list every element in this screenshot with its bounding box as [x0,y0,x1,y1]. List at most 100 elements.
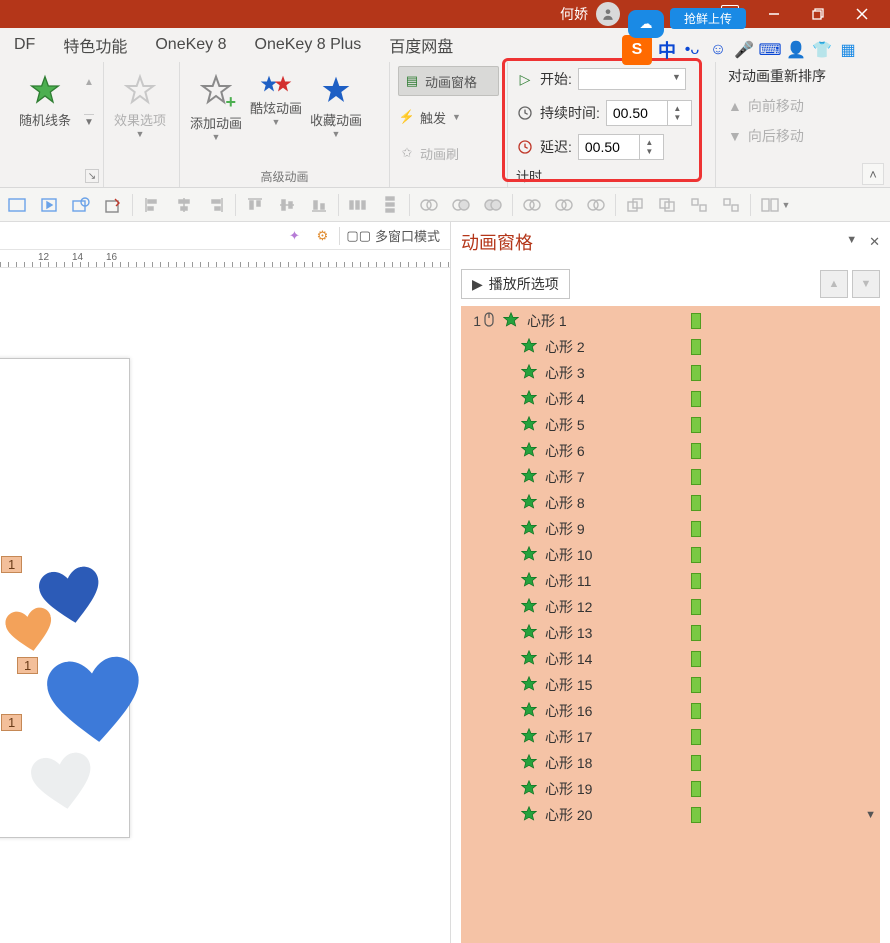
sogou-badge-icon[interactable]: S [622,35,652,65]
timing-bar[interactable] [691,313,701,329]
align-middle-v-icon[interactable] [272,191,302,219]
distribute-v-icon[interactable] [375,191,405,219]
item-menu-caret-icon[interactable]: ▼ [865,809,876,821]
align-center-h-icon[interactable] [169,191,199,219]
multi-window-button[interactable]: ▢▢ 多窗口模式 [346,226,440,245]
animation-item[interactable]: 心形 20▼ [461,802,880,828]
gallery-more-icon[interactable]: ▼ [84,114,94,128]
pane-close-icon[interactable]: ✕ [869,234,880,250]
animation-item[interactable]: 心形 6 [461,438,880,464]
anim-badge[interactable]: 1 [17,657,38,674]
delay-spinner[interactable]: ▲▼ [578,134,664,160]
tab-df[interactable]: DF [0,28,49,61]
gear-icon[interactable]: ⚙ [311,225,333,247]
anim-badge[interactable]: 1 [1,556,22,573]
shape-subtract-icon[interactable] [549,191,579,219]
group-objects-icon[interactable] [684,191,714,219]
timing-bar[interactable] [691,625,701,641]
heart-shape[interactable] [29,750,98,816]
move-down-button[interactable]: ▼ [852,270,880,298]
distribute-h-icon[interactable] [343,191,373,219]
play-selected-button[interactable]: ▶ 播放所选项 [461,269,570,299]
animation-item[interactable]: 心形 9 [461,516,880,542]
timing-bar[interactable] [691,677,701,693]
animation-item[interactable]: 心形 14 [461,646,880,672]
timing-bar[interactable] [691,651,701,667]
animation-pane-toggle[interactable]: ▤ 动画窗格 [398,66,499,96]
timing-bar[interactable] [691,703,701,719]
tab-onekey8plus[interactable]: OneKey 8 Plus [241,28,376,61]
animation-item[interactable]: 心形 8 [461,490,880,516]
tool-rect-icon[interactable] [2,191,32,219]
move-up-button[interactable]: ▲ [820,270,848,298]
duration-spinner[interactable]: ▲▼ [606,100,692,126]
animation-item[interactable]: 心形 15 [461,672,880,698]
tool-play-icon[interactable] [34,191,64,219]
timing-bar[interactable] [691,469,701,485]
anim-badge[interactable]: 1 [1,714,22,731]
restore-button[interactable] [796,0,840,28]
dialog-launcher-icon[interactable]: ↘ [85,169,99,183]
pane-menu-icon[interactable]: ▼ [846,234,857,250]
animation-item[interactable]: 心形 19 [461,776,880,802]
tab-special[interactable]: 特色功能 [49,28,141,61]
gallery-up-icon[interactable]: ▲ [84,77,94,88]
user-avatar-icon[interactable] [596,2,620,26]
animation-item[interactable]: 心形 4 [461,386,880,412]
timing-bar[interactable] [691,573,701,589]
close-button[interactable] [840,0,884,28]
timing-bar[interactable] [691,729,701,745]
ime-keyboard-icon[interactable]: ⌨ [760,40,780,60]
animation-item[interactable]: 心形 10 [461,542,880,568]
spin-up-icon[interactable]: ▲ [645,138,653,147]
trigger-button[interactable]: ⚡ 触发 ▼ [398,102,499,132]
ime-smile-icon[interactable]: ☺ [708,40,728,60]
collapse-ribbon-button[interactable]: ˄ [862,163,884,185]
timing-bar[interactable] [691,547,701,563]
animation-item[interactable]: 心形 11 [461,568,880,594]
tab-baidu[interactable]: 百度网盘 [375,28,467,61]
ungroup-objects-icon[interactable] [716,191,746,219]
shape-merge2-icon[interactable] [446,191,476,219]
timing-bar[interactable] [691,521,701,537]
animation-item[interactable]: 心形 18 [461,750,880,776]
shape-union-icon[interactable] [581,191,611,219]
animation-list[interactable]: 1心形 1心形 2心形 3心形 4心形 5心形 6心形 7心形 8心形 9心形 … [451,306,890,943]
ime-mic-icon[interactable]: 🎤 [734,40,754,60]
ime-skin-icon[interactable]: 👕 [812,40,832,60]
timing-bar[interactable] [691,443,701,459]
ime-user-icon[interactable]: 👤 [786,40,806,60]
timing-bar[interactable] [691,391,701,407]
tool-pen-icon[interactable] [98,191,128,219]
duration-input[interactable] [607,105,667,121]
slide-canvas[interactable]: 1 1 1 [0,268,450,943]
animation-item[interactable]: 心形 3 [461,360,880,386]
ime-grid-icon[interactable]: ▦ [838,40,858,60]
delay-input[interactable] [579,139,639,155]
ime-cn-indicator[interactable]: 中 [658,37,676,63]
animation-item[interactable]: 心形 7 [461,464,880,490]
heart-shape[interactable] [4,605,57,656]
favorite-animation-button[interactable]: 收藏动画 ▼ [306,66,366,142]
animation-item[interactable]: 心形 2 [461,334,880,360]
timing-bar[interactable] [691,339,701,355]
magic-icon[interactable]: ✦ [283,225,305,247]
heart-shape[interactable] [45,654,145,749]
slide[interactable]: 1 1 1 [0,358,130,838]
tool-group-icon[interactable] [66,191,96,219]
ime-punct-icon[interactable]: •ᴗ [682,40,702,60]
bring-forward-icon[interactable] [620,191,650,219]
tab-onekey8[interactable]: OneKey 8 [141,28,240,61]
minimize-button[interactable] [752,0,796,28]
random-lines-button[interactable]: 随机线条 [6,66,84,129]
selection-pane-icon[interactable]: ▼ [755,191,795,219]
shape-merge1-icon[interactable] [414,191,444,219]
animation-item[interactable]: 心形 16 [461,698,880,724]
spin-down-icon[interactable]: ▼ [645,147,653,156]
align-top-icon[interactable] [240,191,270,219]
upload-pill[interactable]: 抢鲜上传 [670,8,746,29]
animation-item[interactable]: 心形 13 [461,620,880,646]
shape-merge3-icon[interactable] [478,191,508,219]
spin-down-icon[interactable]: ▼ [673,113,681,122]
animation-item[interactable]: 心形 17 [461,724,880,750]
